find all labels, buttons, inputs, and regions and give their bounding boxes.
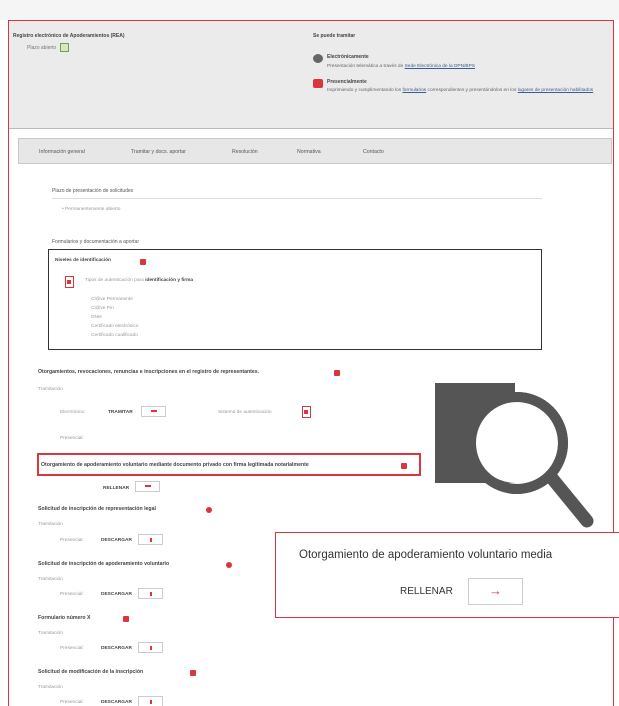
document-icon[interactable] — [302, 406, 311, 418]
download-icon — [150, 646, 152, 650]
tab-resolucion[interactable]: Resolución — [232, 149, 258, 155]
presencial-label: Presencial: — [60, 592, 84, 597]
download-button[interactable] — [138, 588, 163, 599]
tramitacion-label: Tramitación — [38, 577, 63, 582]
tramitacion-label: Tramitación — [38, 387, 63, 392]
download-icon — [150, 700, 152, 704]
info-icon[interactable] — [123, 616, 129, 622]
tab-normativa[interactable]: Normativa — [297, 149, 321, 155]
document-icon — [65, 276, 74, 288]
download-icon — [150, 592, 152, 596]
tramitacion-label: Tramitación — [38, 631, 63, 636]
request-title: Solicitud de modificación de la inscripc… — [38, 669, 144, 675]
in-person-desc: Imprimiendo y cumplimentando los formula… — [327, 87, 597, 94]
identification-desc: Tipos de autenticación para identificaci… — [85, 278, 193, 283]
callout-rellenar-label: RELLENAR — [400, 586, 453, 597]
download-icon — [150, 538, 152, 542]
se-puede-tramitar-label: Se puede tramitar — [313, 33, 356, 39]
people-icon — [313, 79, 323, 88]
plazo-section-title: Plazo de presentación de solicitudes — [52, 188, 134, 194]
presencial-label: Presencial: — [60, 538, 84, 543]
plazo-label: Plazo abierto — [27, 44, 57, 51]
download-label: DESCARGAR — [101, 700, 132, 705]
request-title: Solicitud de inscripción de representaci… — [38, 506, 156, 512]
tab-informacion-general[interactable]: Información general — [39, 149, 85, 155]
info-icon[interactable] — [190, 670, 196, 676]
info-icon[interactable] — [226, 562, 232, 568]
zoom-callout: Otorgamiento de apoderamiento voluntario… — [275, 532, 619, 618]
electronic-desc: Presentación telemática a través de Sede… — [327, 63, 597, 70]
electronic-title: Electrónicamente — [327, 54, 369, 60]
electronic-desc-text: Presentación telemática a través de — [327, 64, 404, 69]
arrow-right-icon: → — [489, 583, 502, 598]
presencial-label: Presencial: — [60, 646, 84, 651]
callout-title: Otorgamiento de apoderamiento voluntario… — [299, 549, 553, 561]
request-title: Solicitud de inscripción de apoderamient… — [38, 561, 170, 567]
identification-desc-bold: identificación y firma — [145, 278, 194, 283]
highlighted-row: Otorgamiento de apoderamiento voluntario… — [37, 453, 421, 476]
method-item: DNIe — [91, 315, 102, 320]
identification-title: Niveles de identificación — [55, 258, 111, 263]
plazo-item: • Permanentemente abierto — [62, 207, 121, 212]
arrow-right-icon — [145, 485, 151, 487]
tramitar-button[interactable] — [141, 406, 166, 417]
info-icon[interactable] — [401, 463, 407, 469]
method-item: Certificado cualificado — [91, 333, 138, 338]
electronic-icon — [313, 54, 323, 63]
rellenar-button[interactable] — [135, 481, 160, 492]
tab-tramitar[interactable]: Tramitar y docs. aportar — [131, 149, 186, 155]
registry-title: Registro electrónico de Apoderamientos (… — [13, 33, 125, 39]
download-label: DESCARGAR — [101, 646, 132, 651]
top-bar — [0, 0, 619, 20]
info-icon[interactable] — [334, 370, 340, 376]
tab-contacto[interactable]: Contacto — [363, 149, 384, 155]
sede-electronica-link[interactable]: Sede Electrónica de la DPN/BPS — [405, 64, 475, 69]
arrow-right-icon — [151, 410, 157, 412]
info-icon[interactable] — [206, 507, 212, 513]
method-item: Certificado electrónico — [91, 324, 139, 329]
plazo-item-text: Permanentemente abierto — [65, 207, 121, 212]
method-item: Cl@ve Permanente — [91, 297, 133, 302]
presencial-label: Presencial: — [60, 700, 84, 705]
in-person-title: Presencialmente — [327, 79, 367, 85]
magnifier-icon — [435, 383, 605, 533]
identification-title-text: Niveles de identificación — [55, 258, 111, 263]
formularios-link[interactable]: formularios — [402, 88, 426, 93]
highlighted-title: Otorgamiento de apoderamiento voluntario… — [41, 462, 309, 468]
tramitacion-label: Tramitación — [38, 522, 63, 527]
download-button[interactable] — [138, 534, 163, 545]
download-label: DESCARGAR — [101, 592, 132, 597]
tramitar-label: TRAMITAR — [108, 410, 133, 415]
divider — [52, 198, 542, 199]
lugares-link[interactable]: lugares de presentación habilitados — [518, 88, 593, 93]
calendar-icon — [59, 43, 69, 52]
method-item: Cl@ve Pin — [91, 306, 114, 311]
identification-desc-text: Tipos de autenticación para — [85, 278, 144, 283]
plazo-status: Plazo abierto — [27, 43, 69, 52]
info-icon[interactable] — [140, 259, 146, 265]
presencial-label: Presencial: — [60, 436, 84, 441]
rellenar-label: RELLENAR — [103, 486, 130, 491]
formularios-section-title: Formularios y documentación a aportar — [52, 239, 139, 245]
identification-box: Niveles de identificación Tipos de auten… — [48, 249, 542, 350]
download-label: DESCARGAR — [101, 538, 132, 543]
request-title: Formulario número X — [38, 615, 91, 621]
tramitacion-label: Tramitación — [38, 685, 63, 690]
sistema-autenticacion-label: Sistema de autenticación — [218, 410, 272, 415]
callout-rellenar-button[interactable]: → — [468, 578, 523, 605]
in-person-desc-1: Imprimiendo y cumplimentando los — [327, 88, 402, 93]
download-button[interactable] — [138, 642, 163, 653]
tab-bar: Información general Tramitar y docs. apo… — [18, 138, 612, 164]
electronica-label: Electrónica: — [60, 410, 86, 415]
procedure-header: Registro electrónico de Apoderamientos (… — [9, 21, 613, 129]
download-button[interactable] — [138, 696, 163, 706]
in-person-desc-2: correspondientes y presentándolos en los — [427, 88, 517, 93]
otorgamientos-title: Otorgamientos, revocaciones, renuncias e… — [38, 369, 260, 375]
